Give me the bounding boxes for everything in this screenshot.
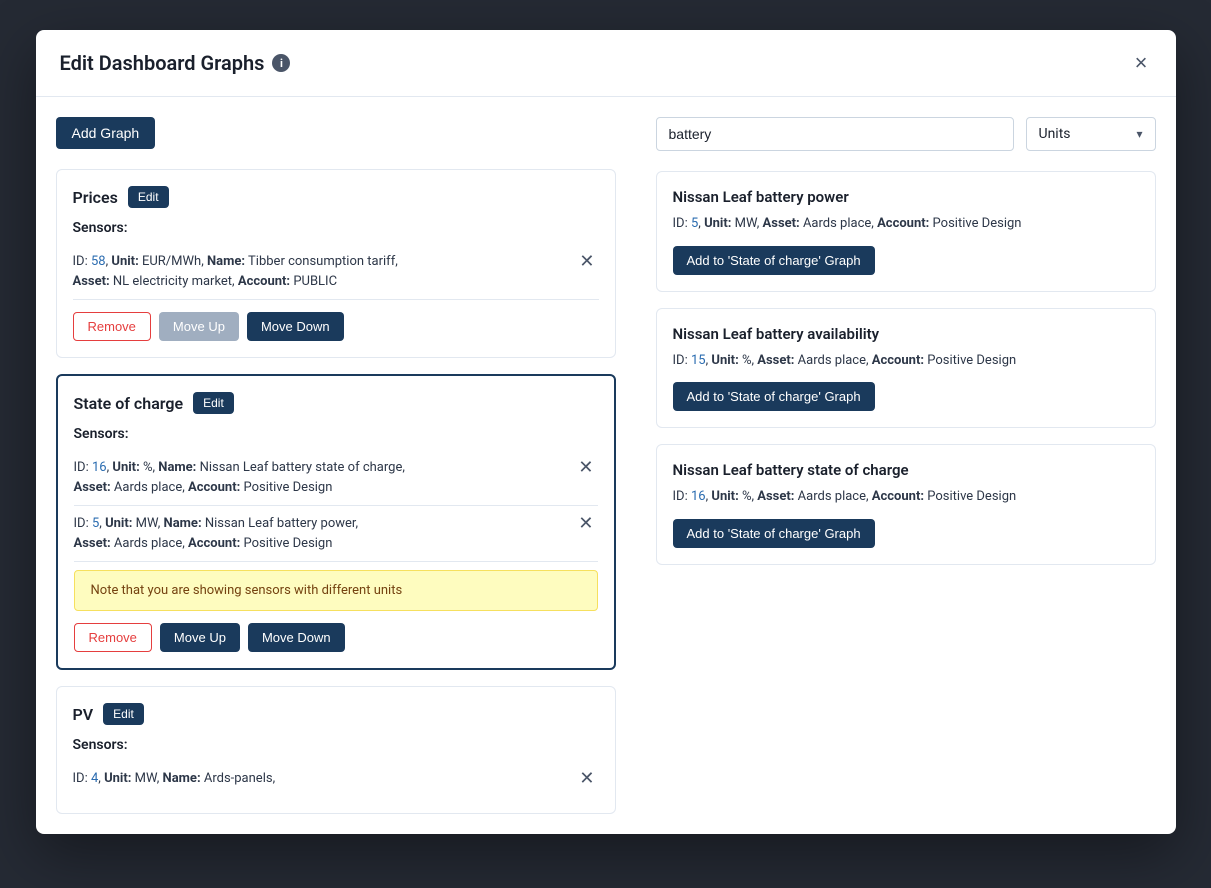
sensor-id-link-16[interactable]: 16 [92, 460, 107, 475]
modal-header: Edit Dashboard Graphs i × [36, 30, 1176, 97]
sensors-label-pv: Sensors: [73, 737, 599, 753]
units-label: Units [1039, 126, 1071, 142]
move-up-button-soc[interactable]: Move Up [160, 623, 240, 652]
sensor-text: ID: 58, Unit: EUR/MWh, Name: Tibber cons… [73, 252, 576, 291]
sensor-id-link-4[interactable]: 4 [91, 771, 98, 786]
result-card-title-1: Nissan Leaf battery power [673, 188, 1139, 206]
graph-card-header-pv: PV Edit [73, 703, 599, 725]
add-to-graph-button-1[interactable]: Add to 'State of charge' Graph [673, 246, 875, 275]
close-button[interactable]: × [1131, 48, 1152, 78]
remove-sensor-button[interactable]: ✕ [575, 252, 598, 270]
result-card-title-2: Nissan Leaf battery availability [673, 325, 1139, 343]
graph-title-prices: Prices [73, 188, 118, 207]
left-toolbar: Add Graph [56, 117, 616, 149]
add-to-graph-button-3[interactable]: Add to 'State of charge' Graph [673, 519, 875, 548]
result-card-battery-availability: Nissan Leaf battery availability ID: 15,… [656, 308, 1156, 429]
remove-button-soc[interactable]: Remove [74, 623, 152, 652]
card-actions-prices: Remove Move Up Move Down [73, 312, 599, 341]
graph-card-header-soc: State of charge Edit [74, 392, 598, 414]
search-input[interactable] [656, 117, 1014, 151]
units-dropdown[interactable]: Units ▾ [1026, 117, 1156, 151]
card-actions-soc: Remove Move Up Move Down [74, 623, 598, 652]
graph-title-pv: PV [73, 705, 94, 724]
graph-card-state-of-charge: State of charge Edit Sensors: ID: 16, Un… [56, 374, 616, 670]
left-panel: Add Graph Prices Edit Sensors: ID: 58, U… [36, 97, 636, 834]
result-card-meta-1: ID: 5, Unit: MW, Asset: Aards place, Acc… [673, 214, 1139, 234]
edit-soc-button[interactable]: Edit [193, 392, 234, 414]
graph-title-soc: State of charge [74, 394, 184, 413]
remove-sensor-button-4[interactable]: ✕ [575, 769, 598, 787]
modal-title: Edit Dashboard Graphs i [60, 51, 291, 75]
graph-card-prices: Prices Edit Sensors: ID: 58, Unit: EUR/M… [56, 169, 616, 358]
add-graph-button[interactable]: Add Graph [56, 117, 156, 149]
modal-title-text: Edit Dashboard Graphs [60, 51, 265, 75]
sensor-text-pv-1: ID: 4, Unit: MW, Name: Ards-panels, [73, 769, 576, 789]
edit-prices-button[interactable]: Edit [128, 186, 169, 208]
result-id-link-5[interactable]: 5 [691, 216, 698, 231]
sensor-id-link-5[interactable]: 5 [92, 516, 99, 531]
warning-box-soc: Note that you are showing sensors with d… [74, 570, 598, 611]
sensor-text-soc-2: ID: 5, Unit: MW, Name: Nissan Leaf batte… [74, 514, 575, 553]
remove-sensor-button-16[interactable]: ✕ [574, 458, 597, 476]
sensor-row-pv-1: ID: 4, Unit: MW, Name: Ards-panels, ✕ [73, 761, 599, 797]
remove-sensor-button-5[interactable]: ✕ [574, 514, 597, 532]
modal-body: Add Graph Prices Edit Sensors: ID: 58, U… [36, 97, 1176, 834]
info-icon[interactable]: i [272, 54, 290, 72]
edit-dashboard-modal: Edit Dashboard Graphs i × Add Graph Pric… [36, 30, 1176, 834]
move-up-button-prices[interactable]: Move Up [159, 312, 239, 341]
right-toolbar: Units ▾ [656, 117, 1156, 151]
result-card-title-3: Nissan Leaf battery state of charge [673, 461, 1139, 479]
sensor-row-soc-1: ID: 16, Unit: %, Name: Nissan Leaf batte… [74, 450, 598, 506]
graph-card-header-prices: Prices Edit [73, 186, 599, 208]
right-panel: Units ▾ Nissan Leaf battery power ID: 5,… [636, 97, 1176, 834]
result-card-meta-3: ID: 16, Unit: %, Asset: Aards place, Acc… [673, 487, 1139, 507]
result-id-link-16[interactable]: 16 [691, 489, 706, 504]
edit-pv-button[interactable]: Edit [103, 703, 144, 725]
sensor-text-soc-1: ID: 16, Unit: %, Name: Nissan Leaf batte… [74, 458, 575, 497]
chevron-down-icon: ▾ [1136, 127, 1142, 141]
sensor-row-soc-2: ID: 5, Unit: MW, Name: Nissan Leaf batte… [74, 506, 598, 562]
modal-backdrop: Edit Dashboard Graphs i × Add Graph Pric… [0, 0, 1211, 888]
add-to-graph-button-2[interactable]: Add to 'State of charge' Graph [673, 382, 875, 411]
result-id-link-15[interactable]: 15 [691, 353, 706, 368]
sensor-id-link[interactable]: 58 [91, 254, 106, 269]
result-card-battery-state-of-charge: Nissan Leaf battery state of charge ID: … [656, 444, 1156, 565]
result-card-battery-power: Nissan Leaf battery power ID: 5, Unit: M… [656, 171, 1156, 292]
sensor-row: ID: 58, Unit: EUR/MWh, Name: Tibber cons… [73, 244, 599, 300]
sensors-label-prices: Sensors: [73, 220, 599, 236]
sensors-label-soc: Sensors: [74, 426, 598, 442]
move-down-button-soc[interactable]: Move Down [248, 623, 345, 652]
result-card-meta-2: ID: 15, Unit: %, Asset: Aards place, Acc… [673, 351, 1139, 371]
move-down-button-prices[interactable]: Move Down [247, 312, 344, 341]
remove-button-prices[interactable]: Remove [73, 312, 151, 341]
graph-card-pv: PV Edit Sensors: ID: 4, Unit: MW, Name: … [56, 686, 616, 814]
